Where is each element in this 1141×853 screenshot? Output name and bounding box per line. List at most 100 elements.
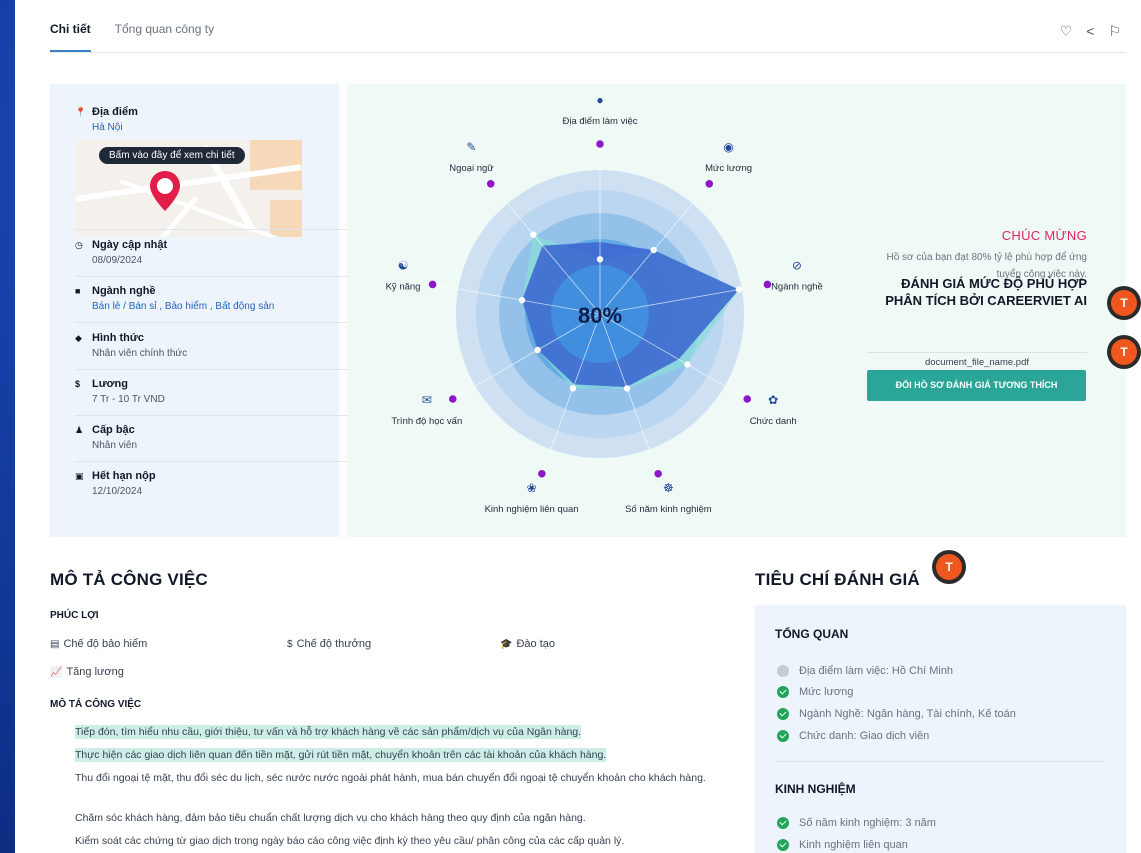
change-cv-button[interactable]: ĐỔI HỒ SƠ ĐÁNH GIÁ TƯƠNG THÍCH <box>867 370 1086 401</box>
radar-data-point <box>735 286 743 293</box>
divider <box>75 461 375 462</box>
axis-icon: ☯ <box>398 258 409 272</box>
criteria-text: Số năm kinh nghiệm: 3 năm <box>799 817 936 829</box>
criteria-text: Mức lương <box>799 686 854 698</box>
radar-axis-label: Chức danh <box>750 416 797 427</box>
dollar-icon: $ <box>287 639 293 650</box>
tab-company-overview[interactable]: Tổng quan công ty <box>115 22 214 52</box>
employment-type-icon: ◆ <box>75 333 82 343</box>
radar-chart: ● ◉ ⊘ ✿ ☸ ❀ ✉ ☯ ✎ Địa điểm làm việc Mức lương Ngàn… <box>386 93 823 515</box>
industry-value[interactable]: Bán lẻ / Bán sỉ , Bảo hiểm , Bất động sả… <box>92 301 274 312</box>
radar-axis-dot <box>743 395 752 403</box>
industry-item: ■ Ngành nghề Bán lẻ / Bán sỉ , Bảo hiểm ,… <box>75 285 274 312</box>
graduation-cap-icon: 🎓 <box>500 639 513 650</box>
criteria-text: Kinh nghiệm liên quan <box>799 839 908 851</box>
radar-axis-label: Ngành nghề <box>771 281 823 292</box>
level-value: Nhân viên <box>92 440 138 451</box>
benefit-bonus: $ Chế độ thưởng <box>287 638 371 650</box>
tab-bar: Chi tiết Tổng quan công ty <box>50 22 214 52</box>
flag-icon[interactable]: ⚐ <box>1108 22 1121 40</box>
criteria-item: Mức lương <box>777 686 853 698</box>
criteria-heading: TIÊU CHÍ ĐÁNH GIÁ <box>755 570 920 589</box>
criteria-text: Chức danh: Giao dịch viên <box>799 730 930 742</box>
chart-line-icon: 📈 <box>50 667 63 678</box>
radar-axis-label: Kinh nghiệm liên quan <box>485 504 579 515</box>
divider <box>75 322 375 323</box>
radar-axis-label: Trình độ học vấn <box>391 416 462 427</box>
divider <box>75 415 375 416</box>
criteria-item: Số năm kinh nghiệm: 3 năm <box>777 817 936 829</box>
divider <box>775 761 1105 762</box>
check-icon <box>777 730 789 742</box>
axis-icon: ❀ <box>527 481 537 495</box>
radar-data-point <box>650 246 657 254</box>
axis-icon: ✎ <box>466 140 476 154</box>
description-text: Tiếp đón, tìm hiểu nhu cầu, giới thiệu, … <box>75 725 582 739</box>
level-item: ♟ Cấp bậc Nhân viên <box>75 424 137 451</box>
description-text: Thực hiện các giao dịch liên quan đến ti… <box>75 748 607 762</box>
radar-data-point <box>623 385 631 392</box>
divider <box>75 276 375 277</box>
radar-axis-label: Kỹ năng <box>386 281 421 292</box>
criteria-item: Chức danh: Giao dịch viên <box>777 730 929 742</box>
radar-axis-dot <box>705 179 714 188</box>
updated-value: 08/09/2024 <box>92 255 143 266</box>
radar-axis-dot <box>448 395 457 403</box>
cv-file-name: document_file_name.pdf <box>867 352 1087 368</box>
location-item: 📍 Địa điểm Hà Nội <box>75 106 138 133</box>
axis-icon: ◉ <box>723 140 733 154</box>
match-radar-panel: ● ◉ ⊘ ✿ ☸ ❀ ✉ ☯ ✎ Địa điểm làm việc Mức lương Ngàn… <box>347 84 1126 537</box>
location-value[interactable]: Hà Nội <box>92 122 138 133</box>
description-line: Thu đổi ngoại tệ mặt, thu đổi séc du lịc… <box>75 772 706 784</box>
benefit-label: Chế độ thưởng <box>296 638 372 650</box>
benefit-training: 🎓 Đào tạo <box>500 638 555 650</box>
benefit-label: Chế độ bảo hiểm <box>63 638 148 650</box>
radar-data-point <box>569 385 577 392</box>
experience-heading: KINH NGHIỆM <box>775 782 856 796</box>
ai-title-line1: ĐÁNH GIÁ MỨC ĐỘ PHÙ HỢP <box>901 276 1087 291</box>
unmet-icon <box>777 665 789 677</box>
job-info-panel: 📍 Địa điểm Hà Nội Bấm vào đây để xem chi … <box>50 84 375 537</box>
map-tooltip[interactable]: Bấm vào đây để xem chi tiết <box>99 147 245 164</box>
insurance-icon: ▤ <box>50 639 60 650</box>
updated-item: ◷ Ngày cập nhật 08/09/2024 <box>75 239 167 266</box>
criteria-text: Ngành Nghề: Ngân hàng, Tài chính, Kế toá… <box>799 708 1016 720</box>
radar-axis-label: Địa điểm làm việc <box>563 116 638 127</box>
benefit-label: Tăng lương <box>66 666 124 678</box>
job-actions: ♡ < ⚐ <box>1060 22 1121 40</box>
briefcase-icon: ■ <box>75 286 81 296</box>
description-line: Tiếp đón, tìm hiểu nhu cầu, giới thiệu, … <box>75 724 745 741</box>
criteria-item: Kinh nghiệm liên quan <box>777 839 908 851</box>
radar-data-point <box>596 256 604 263</box>
congrats-title: CHÚC MỪNG <box>1001 228 1087 243</box>
radar-data-point <box>530 231 537 238</box>
user-level-icon: ♟ <box>75 425 84 435</box>
form-item: ◆ Hình thức Nhân viên chính thức <box>75 332 187 359</box>
check-icon <box>777 839 789 851</box>
chat-avatar[interactable]: T <box>936 554 962 580</box>
salary-label: Lương <box>92 378 128 390</box>
form-value: Nhân viên chính thức <box>92 348 188 359</box>
job-detail-page: Chi tiết Tổng quan công ty ♡ < ⚐ 📍 Địa đi… <box>15 0 1141 853</box>
divider <box>75 229 375 230</box>
radar-data-point <box>518 297 526 304</box>
check-icon <box>777 817 789 829</box>
radar-data-point <box>534 346 541 354</box>
criteria-item: Ngành Nghề: Ngân hàng, Tài chính, Kế toá… <box>777 708 1016 720</box>
radar-axis-dot <box>596 140 604 148</box>
share-icon[interactable]: < <box>1086 22 1094 40</box>
dollar-icon: $ <box>75 379 81 389</box>
job-description-heading: MÔ TẢ CÔNG VIỆC <box>50 570 208 589</box>
radar-data-point <box>684 361 691 368</box>
radar-axis-dot <box>486 179 495 188</box>
chat-avatar[interactable]: T <box>1111 339 1137 365</box>
description-heading: MÔ TẢ CÔNG VIỆC <box>50 699 142 710</box>
description-line: Chăm sóc khách hàng, đảm bảo tiêu chuẩn … <box>75 812 586 824</box>
tab-details[interactable]: Chi tiết <box>50 22 91 52</box>
chat-avatar[interactable]: T <box>1111 290 1137 316</box>
heart-icon[interactable]: ♡ <box>1060 22 1073 40</box>
radar-axis-dot <box>763 280 772 289</box>
radar-axis-dot <box>538 469 546 478</box>
axis-icon: ⊘ <box>792 258 802 272</box>
salary-item: $ Lương 7 Tr - 10 Tr VND <box>75 378 165 405</box>
